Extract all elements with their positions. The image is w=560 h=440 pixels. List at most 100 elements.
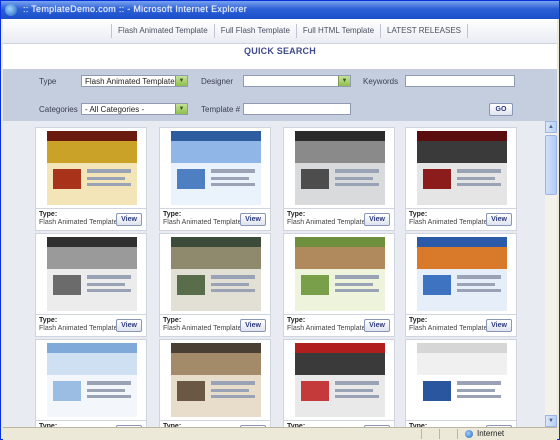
type-label: Type: [39,317,58,324]
preview-photo [177,275,205,295]
preview-text-line [87,169,131,173]
template-thumbnail-frame[interactable] [159,127,271,209]
preview-text-line [87,183,131,186]
view-button[interactable]: View [486,319,512,332]
nav-link-latest-releases[interactable]: LATEST RELEASES [385,24,463,38]
preview-header [171,237,261,247]
template-thumbnail-frame[interactable] [159,233,271,315]
internet-explorer-icon [5,4,17,16]
preview-header [171,131,261,141]
nav-link-full-flash-template[interactable]: Full Flash Template [219,24,292,38]
template-preview-image[interactable] [47,343,137,417]
template-thumbnail-frame[interactable] [405,339,517,421]
template-preview-image[interactable] [417,343,507,417]
template-thumbnail-frame[interactable] [159,339,271,421]
preview-text-line [335,381,379,385]
type-label: Type: [163,211,182,218]
keywords-label: Keywords [363,77,399,86]
preview-banner [47,353,137,375]
nav-link-full-html-template[interactable]: Full HTML Template [301,24,376,38]
type-value: Flash Animated Template [39,219,118,226]
view-button[interactable]: View [486,213,512,226]
designer-select[interactable]: ▼ [243,75,351,87]
preview-photo [423,169,451,189]
title-bar[interactable]: :: TemplateDemo.com :: - Microsoft Inter… [1,1,559,19]
go-button[interactable]: GO [489,103,513,116]
preview-text-line [457,169,501,173]
categories-select[interactable]: - All Categories - ▼ [81,103,188,115]
preview-text-line [211,381,255,385]
type-select-value: Flash Animated Template [85,77,175,86]
categories-select-value: - All Categories - [85,105,145,114]
nav-link-flash-animated-template[interactable]: Flash Animated Template [116,24,210,38]
quick-search-panel: Type Flash Animated Template ▼ Designer … [3,69,557,121]
template-info: Type:Flash Animated TemplateView [405,209,517,231]
preview-text-line [457,381,501,385]
template-card: Type:Flash Animated TemplateView [35,233,147,340]
template-preview-image[interactable] [295,237,385,311]
type-select[interactable]: Flash Animated Template ▼ [81,75,188,87]
preview-photo [301,381,329,401]
template-number-input[interactable] [243,103,351,115]
view-button[interactable]: View [364,213,390,226]
view-button[interactable]: View [240,213,266,226]
template-preview-image[interactable] [47,237,137,311]
nav-divider [467,24,469,38]
view-button[interactable]: View [116,213,142,226]
preview-banner [47,247,137,269]
preview-photo [177,169,205,189]
template-card: Type:Flash Animated TemplateView [159,339,271,427]
template-thumbnail-frame[interactable] [283,233,395,315]
template-thumbnail-frame[interactable] [405,233,517,315]
preview-header [417,237,507,247]
vertical-scrollbar[interactable]: ▲ ▼ [545,121,557,427]
scroll-down-icon[interactable]: ▼ [545,415,557,427]
keywords-input[interactable] [405,75,515,87]
template-preview-image[interactable] [417,237,507,311]
preview-text-line [335,389,373,392]
scroll-up-icon[interactable]: ▲ [545,121,557,133]
template-thumbnail-frame[interactable] [35,127,147,209]
preview-photo [423,381,451,401]
template-preview-image[interactable] [295,343,385,417]
type-value: Flash Animated Template [409,219,488,226]
preview-text-line [211,177,249,180]
template-info: Type:Flash Animated TemplateView [159,315,271,337]
categories-label: Categories [39,105,78,114]
template-preview-image[interactable] [171,343,261,417]
type-label: Type: [39,211,58,218]
template-preview-image[interactable] [171,131,261,205]
template-preview-image[interactable] [295,131,385,205]
preview-banner [295,247,385,269]
template-thumbnail-frame[interactable] [283,339,395,421]
preview-text-line [211,283,249,286]
view-button[interactable]: View [364,319,390,332]
preview-text-line [87,389,125,392]
type-label: Type: [287,317,306,324]
preview-banner [295,141,385,163]
template-number-label: Template # [201,105,241,114]
preview-text-line [87,275,131,279]
template-thumbnail-frame[interactable] [35,233,147,315]
template-card: Type:Flash Animated TemplateView [283,127,395,234]
template-thumbnail-frame[interactable] [35,339,147,421]
browser-window: :: TemplateDemo.com :: - Microsoft Inter… [0,0,560,440]
preview-text-line [335,275,379,279]
status-divider [439,429,440,439]
preview-text-line [211,183,255,186]
template-thumbnail-frame[interactable] [283,127,395,209]
template-thumbnail-frame[interactable] [405,127,517,209]
template-preview-image[interactable] [171,237,261,311]
scrollbar-thumb[interactable] [545,135,557,195]
preview-text-line [87,283,125,286]
preview-banner [417,353,507,375]
type-label: Type: [163,317,182,324]
template-preview-image[interactable] [47,131,137,205]
preview-photo [301,169,329,189]
template-preview-image[interactable] [417,131,507,205]
view-button[interactable]: View [116,319,142,332]
view-button[interactable]: View [240,319,266,332]
template-info: Type:Flash Animated TemplateView [159,209,271,231]
preview-photo [53,381,81,401]
template-card: Type:Flash Animated TemplateView [405,233,517,340]
